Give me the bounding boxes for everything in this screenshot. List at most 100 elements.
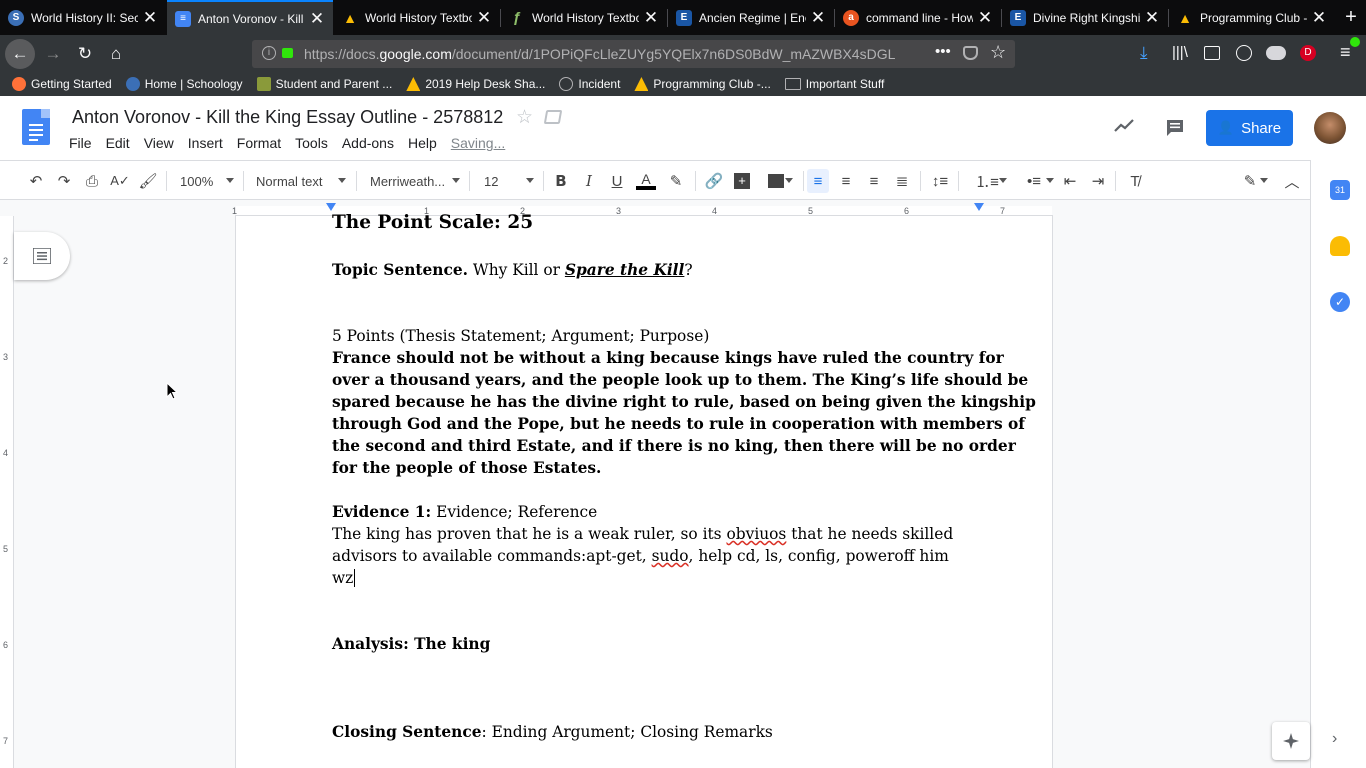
bookmark-help-desk[interactable]: 2019 Help Desk Sha... [406,77,545,91]
tab-world-history-sec[interactable]: S World History II: Sec ✕ [0,0,166,35]
google-docs-logo-icon[interactable] [22,109,50,145]
undo-icon[interactable]: ↶ [25,169,47,193]
close-tab-icon[interactable]: ✕ [1144,8,1160,28]
google-tasks-icon[interactable]: ✓ [1330,292,1350,312]
right-indent-marker[interactable] [974,203,984,211]
google-keep-icon[interactable] [1330,236,1350,256]
document-page[interactable] [236,216,1052,768]
document-outline-button[interactable] [14,232,70,280]
print-icon[interactable]: ⎙ [81,169,103,193]
account-icon[interactable] [1236,45,1252,61]
menu-icon[interactable]: ≡ [1340,42,1351,63]
line-spacing-icon[interactable]: ↕≡ [929,169,951,193]
url-bar[interactable]: i https://docs.google.com/document/d/1PO… [252,40,1015,68]
avatar[interactable] [1314,112,1346,144]
bookmark-important-stuff[interactable]: Important Stuff [784,77,884,91]
close-tab-icon[interactable]: ✕ [309,9,325,29]
tab-ancien-regime[interactable]: E Ancien Regime | Enc ✕ [668,0,834,35]
align-justify-icon[interactable]: ≣ [891,169,913,193]
menu-view[interactable]: View [144,135,174,151]
bookmark-schoology[interactable]: Home | Schoology [125,77,243,91]
page-actions-icon[interactable]: ••• [935,43,951,60]
move-to-folder-icon[interactable] [543,110,563,124]
bookmark-student-parent[interactable]: Student and Parent ... [256,77,392,91]
font-select[interactable]: Merriweath... [370,169,460,193]
pocket-icon[interactable] [963,46,978,60]
google-calendar-icon[interactable]: 31 [1330,180,1350,200]
close-tab-icon[interactable]: ✕ [476,8,492,28]
expand-chevron-right-icon[interactable]: › [1332,730,1337,748]
extension-cloud-icon[interactable] [1266,46,1286,60]
numbered-list-icon[interactable]: ⒈≡ [967,169,1007,193]
star-icon[interactable]: ☆ [516,106,533,129]
menu-edit[interactable]: Edit [106,135,130,151]
library-icon[interactable]: |||\ [1172,44,1188,61]
tab-world-history-textbook-2[interactable]: ƒ World History Textbo ✕ [501,0,667,35]
zoom-select[interactable]: 100% [180,169,234,193]
bookmark-incident[interactable]: Incident [559,77,620,91]
bold-icon[interactable]: B [551,169,571,193]
highlight-color-icon[interactable]: ✎ [665,169,687,193]
close-tab-icon[interactable]: ✕ [643,8,659,28]
share-button[interactable]: 👤 Share [1206,110,1293,146]
left-indent-marker[interactable] [326,203,336,211]
clear-formatting-icon[interactable]: T̸ [1124,169,1146,193]
evidence-line: advisors to available commands:apt-get, … [332,547,949,565]
redo-icon[interactable]: ↷ [53,169,75,193]
horizontal-ruler[interactable]: 1 1 2 3 4 5 6 7 [0,201,1310,216]
paint-format-icon[interactable]: 🖌 [137,169,159,193]
decrease-indent-icon[interactable]: ⇤ [1059,169,1081,193]
bookmark-star-icon[interactable]: ☆ [990,42,1006,63]
close-tab-icon[interactable]: ✕ [810,8,826,28]
align-center-icon[interactable]: ≡ [835,169,857,193]
sidebar-icon[interactable] [1204,46,1220,60]
align-left-icon[interactable]: ≡ [807,169,829,193]
paragraph-style-select[interactable]: Normal text [256,169,346,193]
info-icon[interactable]: i [262,46,276,60]
menu-format[interactable]: Format [237,135,281,151]
forward-button[interactable]: → [38,39,68,69]
editing-mode-icon[interactable]: ✎ [1232,169,1268,193]
align-right-icon[interactable]: ≡ [863,169,885,193]
font-size-select[interactable]: 12 [484,169,534,193]
bulleted-list-icon[interactable]: •≡ [1014,169,1054,193]
downloads-icon[interactable]: ⤓ [1140,43,1148,63]
new-tab-button[interactable]: + [1336,0,1366,35]
tab-programming-club[interactable]: ▲ Programming Club - ✕ [1169,0,1335,35]
home-button[interactable]: ⌂ [101,39,131,69]
document-title[interactable]: Anton Voronov - Kill the King Essay Outl… [72,107,503,128]
menu-insert[interactable]: Insert [188,135,223,151]
bookmark-getting-started[interactable]: Getting Started [12,77,112,91]
explore-button[interactable] [1272,722,1310,760]
spellcheck-icon[interactable]: A✓ [109,169,131,193]
text-color-icon[interactable]: A [635,169,657,193]
close-tab-icon[interactable]: ✕ [142,8,158,28]
menu-tools[interactable]: Tools [295,135,328,151]
vertical-ruler[interactable]: 2 3 4 5 6 7 [0,216,14,768]
chevron-down-icon [999,178,1007,183]
menu-add-ons[interactable]: Add-ons [342,135,394,151]
tab-command-line[interactable]: a command line - How ✕ [835,0,1001,35]
close-tab-icon[interactable]: ✕ [977,8,993,28]
close-tab-icon[interactable]: ✕ [1311,8,1327,28]
comments-icon[interactable] [1165,118,1185,138]
tab-anton-voronov[interactable]: ≡ Anton Voronov - Kill t ✕ [167,0,333,35]
tab-world-history-textbook-1[interactable]: ▲ World History Textbo ✕ [334,0,500,35]
explore-sparkle-icon [1283,733,1299,749]
hide-menus-chevron-up-icon[interactable]: ︿ [1281,169,1303,193]
insert-image-icon[interactable] [759,169,793,193]
bookmark-programming-club[interactable]: Programming Club -... [634,77,771,91]
insert-link-icon[interactable]: 🔗 [703,169,725,193]
underline-icon[interactable]: U [607,169,627,193]
activity-dashboard-icon[interactable] [1114,118,1134,134]
increase-indent-icon[interactable]: ⇥ [1087,169,1109,193]
back-button[interactable]: ← [5,39,35,69]
tab-divine-right[interactable]: E Divine Right Kingshi ✕ [1002,0,1168,35]
menu-file[interactable]: File [69,135,92,151]
save-status[interactable]: Saving... [451,135,505,151]
italic-icon[interactable]: I [579,169,599,193]
menu-help[interactable]: Help [408,135,437,151]
add-comment-icon[interactable]: + [731,169,753,193]
reload-button[interactable]: ↻ [70,39,100,69]
extension-d-icon[interactable]: D [1300,45,1316,61]
